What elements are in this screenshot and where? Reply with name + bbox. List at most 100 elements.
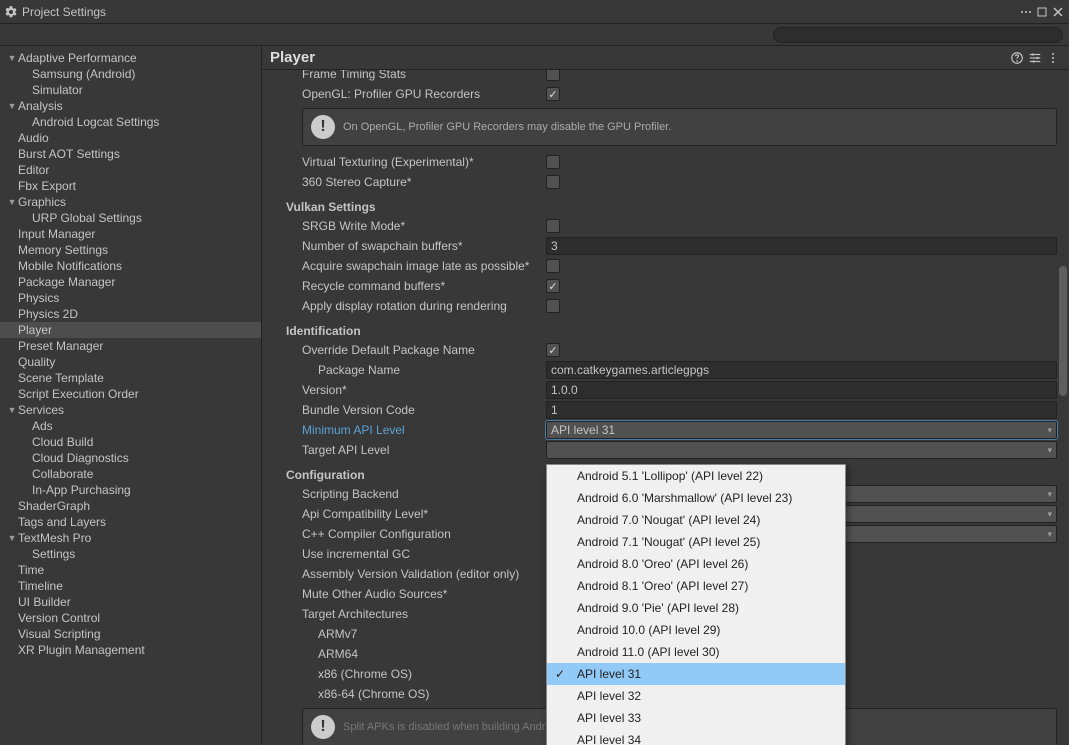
dropdown-option[interactable]: API level 31 bbox=[547, 663, 845, 685]
dropdown-option[interactable]: Android 5.1 'Lollipop' (API level 22) bbox=[547, 465, 845, 487]
sidebar-item-textmesh-pro[interactable]: ▼TextMesh Pro bbox=[0, 530, 261, 546]
expand-toggle-icon[interactable]: ▼ bbox=[6, 197, 18, 207]
setting-row: Override Default Package Name bbox=[286, 340, 1057, 360]
checkbox[interactable] bbox=[546, 155, 560, 169]
setting-row: Target API Level▾ bbox=[286, 440, 1057, 460]
setting-control bbox=[546, 381, 1057, 399]
info-box: !On OpenGL, Profiler GPU Recorders may d… bbox=[302, 108, 1057, 146]
sidebar-item-input-manager[interactable]: Input Manager bbox=[0, 226, 261, 242]
sidebar-item-time[interactable]: Time bbox=[0, 562, 261, 578]
sidebar-item-label: Preset Manager bbox=[18, 339, 103, 353]
sidebar-item-shadergraph[interactable]: ShaderGraph bbox=[0, 498, 261, 514]
sidebar-item-fbx-export[interactable]: Fbx Export bbox=[0, 178, 261, 194]
sidebar-item-android-logcat-settings[interactable]: Android Logcat Settings bbox=[0, 114, 261, 130]
dropdown-option[interactable]: Android 11.0 (API level 30) bbox=[547, 641, 845, 663]
dropdown-option[interactable]: Android 8.1 'Oreo' (API level 27) bbox=[547, 575, 845, 597]
sidebar-item-preset-manager[interactable]: Preset Manager bbox=[0, 338, 261, 354]
sidebar-item-samsung-android-[interactable]: Samsung (Android) bbox=[0, 66, 261, 82]
sidebar-item-cloud-diagnostics[interactable]: Cloud Diagnostics bbox=[0, 450, 261, 466]
sidebar-item-xr-plugin-management[interactable]: XR Plugin Management bbox=[0, 642, 261, 658]
dropdown-option[interactable]: Android 10.0 (API level 29) bbox=[547, 619, 845, 641]
sidebar-item-mobile-notifications[interactable]: Mobile Notifications bbox=[0, 258, 261, 274]
dropdown-popup[interactable]: Android 5.1 'Lollipop' (API level 22)And… bbox=[546, 464, 846, 745]
checkbox[interactable] bbox=[546, 259, 560, 273]
dropdown-option[interactable]: API level 33 bbox=[547, 707, 845, 729]
setting-label: OpenGL: Profiler GPU Recorders bbox=[286, 87, 546, 101]
sidebar-item-scene-template[interactable]: Scene Template bbox=[0, 370, 261, 386]
sidebar-item-collaborate[interactable]: Collaborate bbox=[0, 466, 261, 482]
sidebar-item-urp-global-settings[interactable]: URP Global Settings bbox=[0, 210, 261, 226]
sidebar-item-label: Samsung (Android) bbox=[32, 67, 135, 81]
expand-toggle-icon[interactable]: ▼ bbox=[6, 533, 18, 543]
sidebar-item-cloud-build[interactable]: Cloud Build bbox=[0, 434, 261, 450]
sidebar-item-label: Input Manager bbox=[18, 227, 95, 241]
sidebar-item-label: In-App Purchasing bbox=[32, 483, 131, 497]
text-input[interactable] bbox=[546, 381, 1057, 399]
sidebar-item-graphics[interactable]: ▼Graphics bbox=[0, 194, 261, 210]
sidebar-item-timeline[interactable]: Timeline bbox=[0, 578, 261, 594]
sidebar-item-analysis[interactable]: ▼Analysis bbox=[0, 98, 261, 114]
text-input[interactable] bbox=[546, 401, 1057, 419]
sidebar-item-label: Editor bbox=[18, 163, 49, 177]
sidebar-item-script-execution-order[interactable]: Script Execution Order bbox=[0, 386, 261, 402]
sidebar-item-version-control[interactable]: Version Control bbox=[0, 610, 261, 626]
search-input[interactable] bbox=[773, 27, 1063, 43]
sidebar-item-in-app-purchasing[interactable]: In-App Purchasing bbox=[0, 482, 261, 498]
setting-control bbox=[546, 279, 1057, 293]
expand-toggle-icon[interactable]: ▼ bbox=[6, 101, 18, 111]
setting-row: Apply display rotation during rendering bbox=[286, 296, 1057, 316]
sidebar-item-adaptive-performance[interactable]: ▼Adaptive Performance bbox=[0, 50, 261, 66]
sidebar-item-memory-settings[interactable]: Memory Settings bbox=[0, 242, 261, 258]
sidebar-item-settings[interactable]: Settings bbox=[0, 546, 261, 562]
checkbox[interactable] bbox=[546, 343, 560, 357]
sidebar-item-quality[interactable]: Quality bbox=[0, 354, 261, 370]
dropdown[interactable]: API level 31▾ bbox=[546, 421, 1057, 439]
checkbox[interactable] bbox=[546, 87, 560, 101]
chevron-down-icon: ▾ bbox=[1047, 489, 1052, 500]
checkbox[interactable] bbox=[546, 299, 560, 313]
sidebar-item-services[interactable]: ▼Services bbox=[0, 402, 261, 418]
setting-label: Frame Timing Stats bbox=[286, 70, 546, 81]
close-icon[interactable] bbox=[1051, 5, 1065, 19]
text-input[interactable] bbox=[546, 237, 1057, 255]
checkbox[interactable] bbox=[546, 70, 560, 81]
sidebar-item-player[interactable]: Player bbox=[0, 322, 261, 338]
sidebar-item-package-manager[interactable]: Package Manager bbox=[0, 274, 261, 290]
checkbox[interactable] bbox=[546, 219, 560, 233]
checkbox[interactable] bbox=[546, 175, 560, 189]
sidebar-item-physics-2d[interactable]: Physics 2D bbox=[0, 306, 261, 322]
dropdown[interactable]: ▾ bbox=[546, 441, 1057, 459]
sidebar-item-ui-builder[interactable]: UI Builder bbox=[0, 594, 261, 610]
expand-toggle-icon[interactable]: ▼ bbox=[6, 405, 18, 415]
dropdown-option[interactable]: Android 7.1 'Nougat' (API level 25) bbox=[547, 531, 845, 553]
dropdown-option[interactable]: API level 34 bbox=[547, 729, 845, 745]
scrollbar[interactable] bbox=[1057, 46, 1069, 745]
sidebar-item-audio[interactable]: Audio bbox=[0, 130, 261, 146]
setting-row: Version* bbox=[286, 380, 1057, 400]
checkbox[interactable] bbox=[546, 279, 560, 293]
sidebar-item-editor[interactable]: Editor bbox=[0, 162, 261, 178]
sidebar-item-ads[interactable]: Ads bbox=[0, 418, 261, 434]
expand-toggle-icon[interactable]: ▼ bbox=[6, 53, 18, 63]
titlebar: Project Settings bbox=[0, 0, 1069, 24]
sidebar-item-visual-scripting[interactable]: Visual Scripting bbox=[0, 626, 261, 642]
setting-label: Version* bbox=[286, 383, 546, 397]
window-menu-icon[interactable] bbox=[1019, 5, 1033, 19]
dropdown-option[interactable]: Android 7.0 'Nougat' (API level 24) bbox=[547, 509, 845, 531]
maximize-icon[interactable] bbox=[1035, 5, 1049, 19]
help-icon[interactable] bbox=[1009, 50, 1025, 66]
scrollbar-thumb[interactable] bbox=[1059, 266, 1067, 396]
text-input[interactable] bbox=[546, 361, 1057, 379]
setting-label: Acquire swapchain image late as possible… bbox=[286, 259, 546, 273]
sidebar-item-simulator[interactable]: Simulator bbox=[0, 82, 261, 98]
dropdown-option[interactable]: Android 6.0 'Marshmallow' (API level 23) bbox=[547, 487, 845, 509]
setting-row: 360 Stereo Capture* bbox=[286, 172, 1057, 192]
dropdown-option[interactable]: Android 9.0 'Pie' (API level 28) bbox=[547, 597, 845, 619]
settings-icon[interactable] bbox=[1027, 50, 1043, 66]
sidebar-item-burst-aot-settings[interactable]: Burst AOT Settings bbox=[0, 146, 261, 162]
sidebar-item-physics[interactable]: Physics bbox=[0, 290, 261, 306]
dropdown-option[interactable]: Android 8.0 'Oreo' (API level 26) bbox=[547, 553, 845, 575]
sidebar-item-tags-and-layers[interactable]: Tags and Layers bbox=[0, 514, 261, 530]
dropdown-option[interactable]: API level 32 bbox=[547, 685, 845, 707]
chevron-down-icon: ▾ bbox=[1047, 509, 1052, 520]
